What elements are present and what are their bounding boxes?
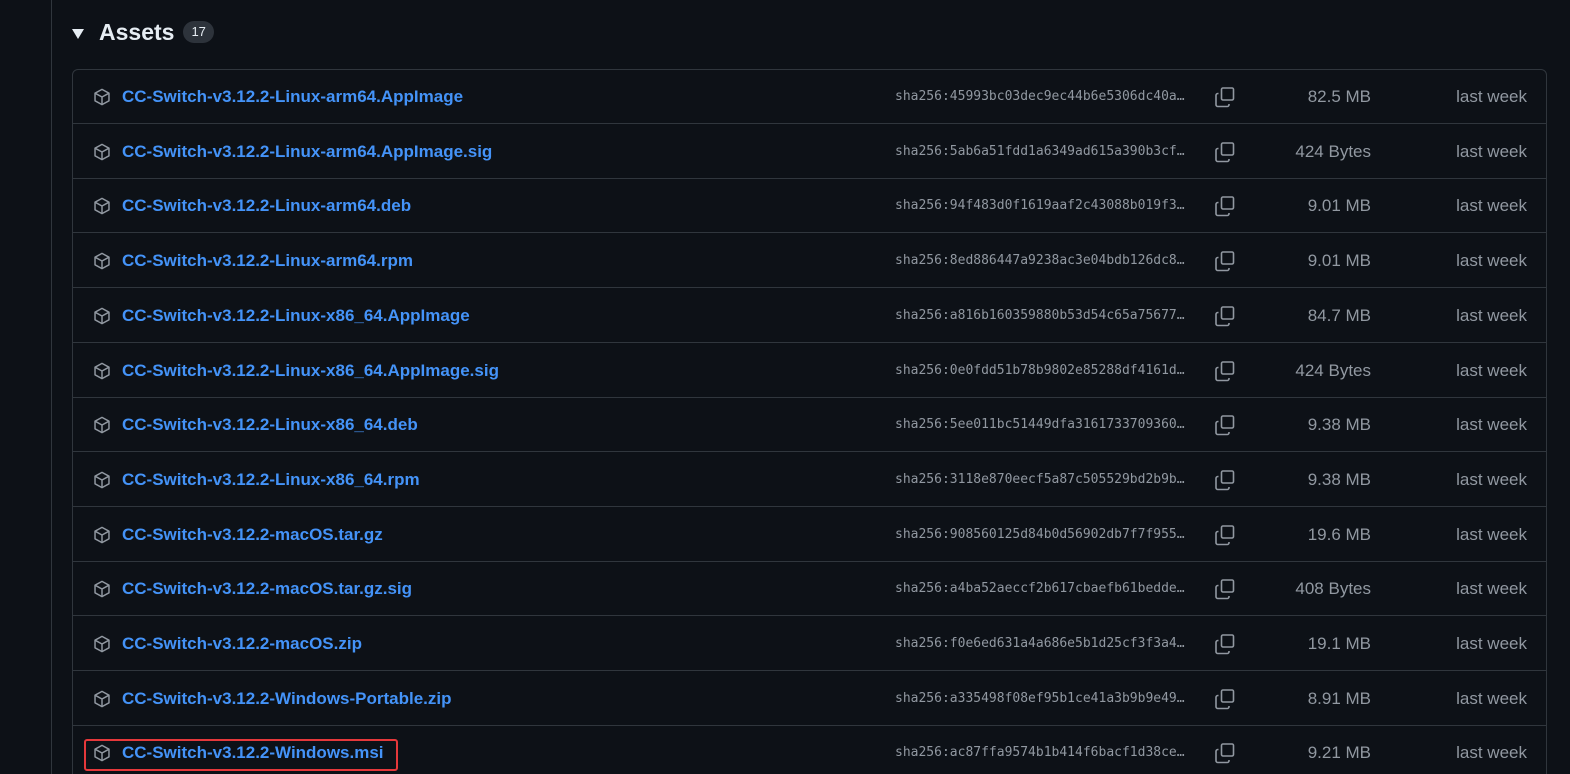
asset-digest: sha256:0e0fdd51b78b9802e85288df4161d…: [895, 362, 1185, 378]
copy-icon[interactable]: [1213, 523, 1237, 547]
asset-size: 9.01 MB: [1307, 251, 1371, 271]
asset-row: CC-Switch-v3.12.2-Windows-Portable.zip sh…: [73, 672, 1546, 726]
asset-date: last week: [1456, 634, 1527, 653]
asset-digest: sha256:8ed886447a9238ac3e04bdb126dc8…: [895, 253, 1185, 269]
copy-icon[interactable]: [1213, 140, 1237, 164]
asset-digest: sha256:a335498f08ef95b1ce41a3b9b9e49…: [895, 690, 1185, 706]
asset-row: CC-Switch-v3.12.2-Linux-x86_64.rpm sha256…: [73, 453, 1546, 507]
asset-download-link[interactable]: CC-Switch-v3.12.2-Linux-arm64.rpm: [122, 234, 413, 288]
asset-digest: sha256:a4ba52aeccf2b617cbaefb61bedde…: [895, 581, 1185, 597]
asset-download-link[interactable]: CC-Switch-v3.12.2-Windows-Portable.zip: [122, 672, 452, 726]
asset-download-link[interactable]: CC-Switch-v3.12.2-Windows.msi: [122, 726, 384, 774]
asset-row: CC-Switch-v3.12.2-Linux-arm64.rpm sha256:…: [73, 234, 1546, 289]
asset-size: 8.91 MB: [1307, 688, 1371, 708]
asset-date: last week: [1456, 196, 1527, 216]
asset-date: last week: [1456, 141, 1527, 161]
asset-date: last week: [1456, 688, 1527, 708]
asset-download-link[interactable]: CC-Switch-v3.12.2-Linux-x86_64.AppImage.…: [122, 344, 499, 398]
asset-download-link[interactable]: CC-Switch-v3.12.2-macOS.tar.gz.sig: [122, 562, 412, 616]
asset-row: CC-Switch-v3.12.2-Linux-x86_64.deb sha256…: [73, 398, 1546, 453]
asset-row: CC-Switch-v3.12.2-macOS.tar.gz sha256:908…: [73, 508, 1546, 562]
asset-date: last week: [1456, 579, 1527, 599]
copy-icon[interactable]: [1213, 468, 1237, 492]
copy-icon[interactable]: [1213, 249, 1237, 273]
asset-size: 424 Bytes: [1295, 360, 1371, 380]
asset-size: 19.1 MB: [1307, 634, 1371, 653]
copy-icon[interactable]: [1213, 194, 1237, 218]
asset-size: 84.7 MB: [1307, 305, 1371, 325]
asset-row: CC-Switch-v3.12.2-Linux-arm64.AppImage sh…: [73, 70, 1546, 124]
asset-download-link[interactable]: CC-Switch-v3.12.2-Linux-arm64.deb: [122, 179, 411, 233]
asset-row: CC-Switch-v3.12.2-Linux-x86_64.AppImage.…: [73, 344, 1546, 398]
copy-icon[interactable]: [1213, 687, 1237, 711]
assets-list: CC-Switch-v3.12.2-Linux-arm64.AppImage sh…: [72, 69, 1547, 774]
assets-count-badge: 17: [183, 21, 214, 43]
copy-icon[interactable]: [1213, 741, 1237, 765]
assets-title[interactable]: Assets: [99, 19, 174, 46]
package-icon: [93, 471, 111, 489]
asset-download-link[interactable]: CC-Switch-v3.12.2-macOS.tar.gz: [122, 508, 383, 562]
asset-size: 424 Bytes: [1295, 141, 1371, 161]
package-icon: [93, 690, 111, 708]
assets-header: Assets 17: [72, 14, 214, 50]
asset-row: CC-Switch-v3.12.2-Linux-arm64.deb sha256:…: [73, 179, 1546, 234]
asset-digest: sha256:5ee011bc51449dfa3161733709360…: [895, 417, 1185, 433]
asset-size: 82.5 MB: [1307, 87, 1371, 106]
package-icon: [93, 580, 111, 598]
package-icon: [93, 635, 111, 653]
asset-download-link[interactable]: CC-Switch-v3.12.2-macOS.zip: [122, 617, 362, 671]
package-icon: [93, 416, 111, 434]
asset-download-link[interactable]: CC-Switch-v3.12.2-Linux-x86_64.rpm: [122, 453, 420, 507]
asset-size: 9.21 MB: [1307, 743, 1371, 763]
asset-date: last week: [1456, 415, 1527, 435]
asset-size: 9.38 MB: [1307, 415, 1371, 435]
asset-download-link[interactable]: CC-Switch-v3.12.2-Linux-x86_64.AppImage: [122, 289, 470, 343]
asset-download-link[interactable]: CC-Switch-v3.12.2-Linux-arm64.AppImage.s…: [122, 125, 492, 179]
triangle-down-icon[interactable]: [72, 28, 84, 39]
asset-digest: sha256:f0e6ed631a4a686e5b1d25cf3f3a4…: [895, 636, 1185, 651]
asset-size: 19.6 MB: [1307, 524, 1371, 544]
package-icon: [93, 143, 111, 161]
asset-row: CC-Switch-v3.12.2-macOS.zip sha256:f0e6ed…: [73, 617, 1546, 671]
copy-icon[interactable]: [1213, 359, 1237, 383]
package-icon: [93, 526, 111, 544]
asset-date: last week: [1456, 251, 1527, 271]
asset-date: last week: [1456, 305, 1527, 325]
copy-icon[interactable]: [1213, 577, 1237, 601]
asset-digest: sha256:45993bc03dec9ec44b6e5306dc40a…: [895, 89, 1185, 104]
asset-digest: sha256:908560125d84b0d56902db7f7f955…: [895, 526, 1185, 542]
asset-row: CC-Switch-v3.12.2-Linux-arm64.AppImage.s…: [73, 125, 1546, 179]
copy-icon[interactable]: [1213, 304, 1237, 328]
package-icon: [93, 197, 111, 215]
asset-row: CC-Switch-v3.12.2-Linux-x86_64.AppImage s…: [73, 289, 1546, 343]
copy-icon[interactable]: [1213, 632, 1237, 656]
asset-date: last week: [1456, 524, 1527, 544]
asset-download-link[interactable]: CC-Switch-v3.12.2-Linux-arm64.AppImage: [122, 70, 463, 124]
timeline-divider: [51, 0, 52, 774]
asset-download-link[interactable]: CC-Switch-v3.12.2-Linux-x86_64.deb: [122, 398, 418, 452]
package-icon: [93, 252, 111, 270]
asset-digest: sha256:a816b160359880b53d54c65a75677…: [895, 307, 1185, 323]
asset-digest: sha256:ac87ffa9574b1b414f6bacf1d38ce…: [895, 745, 1185, 761]
asset-size: 9.38 MB: [1307, 469, 1371, 489]
package-icon: [93, 362, 111, 380]
asset-row: CC-Switch-v3.12.2-Windows.msi sha256:ac87…: [73, 726, 1546, 774]
package-icon: [93, 307, 111, 325]
copy-icon[interactable]: [1213, 85, 1237, 109]
package-icon: [93, 88, 111, 106]
asset-date: last week: [1456, 360, 1527, 380]
package-icon: [93, 744, 111, 762]
asset-size: 9.01 MB: [1307, 196, 1371, 216]
asset-date: last week: [1456, 87, 1527, 106]
asset-digest: sha256:94f483d0f1619aaf2c43088b019f3…: [895, 198, 1185, 214]
asset-date: last week: [1456, 469, 1527, 489]
asset-date: last week: [1456, 743, 1527, 763]
asset-size: 408 Bytes: [1295, 579, 1371, 599]
asset-row: CC-Switch-v3.12.2-macOS.tar.gz.sig sha256…: [73, 562, 1546, 617]
asset-digest: sha256:5ab6a51fdd1a6349ad615a390b3cf…: [895, 143, 1185, 159]
copy-icon[interactable]: [1213, 413, 1237, 437]
asset-digest: sha256:3118e870eecf5a87c505529bd2b9b…: [895, 471, 1185, 487]
release-page: Assets 17 CC-Switch-v3.12.2-Linux-arm64.…: [0, 0, 1570, 774]
